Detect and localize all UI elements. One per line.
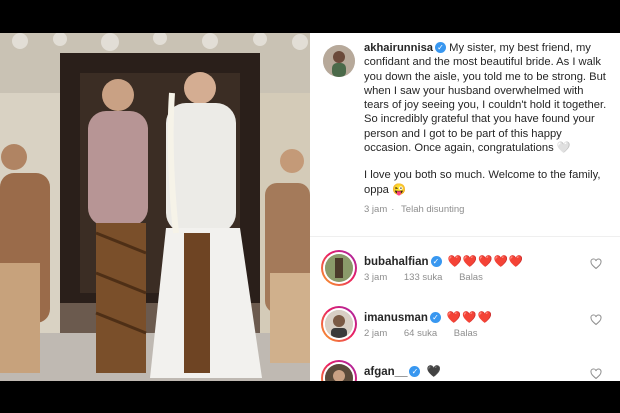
like-heart-icon[interactable] bbox=[590, 368, 602, 380]
commenter-avatar[interactable] bbox=[325, 254, 353, 282]
reply-button[interactable]: Balas bbox=[459, 272, 483, 283]
comment-item: afgan__ ✓ 🖤 bbox=[310, 355, 620, 381]
caption-text: My sister, my best friend, my confidant … bbox=[364, 42, 607, 155]
like-heart-icon[interactable] bbox=[590, 258, 602, 270]
author-avatar[interactable] bbox=[323, 45, 355, 77]
verified-badge-icon: ✓ bbox=[409, 366, 421, 377]
comment-text: 🖤 bbox=[426, 366, 442, 378]
comment-text: ❤️❤️❤️ bbox=[446, 312, 493, 324]
divider bbox=[310, 236, 620, 237]
verified-badge-icon: ✓ bbox=[429, 312, 441, 323]
reply-button[interactable]: Balas bbox=[454, 328, 478, 339]
post-time: 3 jam bbox=[364, 203, 388, 215]
verified-badge-icon: ✓ bbox=[430, 256, 442, 267]
caption-text-2: I love you both so much. Welcome to the … bbox=[364, 169, 601, 196]
comment-item: imanusman ✓ ❤️❤️❤️ 2 jam 64 suka Balas bbox=[310, 301, 620, 357]
comment-username[interactable]: bubahalfian bbox=[364, 256, 429, 268]
like-heart-icon[interactable] bbox=[590, 314, 602, 326]
comment-time: 3 jam bbox=[364, 272, 388, 283]
commenter-avatar[interactable] bbox=[325, 310, 353, 338]
post-caption: akhairunnisa ✓ My sister, my best friend,… bbox=[364, 41, 609, 217]
author-username[interactable]: akhairunnisa bbox=[364, 42, 433, 54]
post-meta: 3 jam · Telah disunting bbox=[364, 203, 465, 215]
comment-header: afgan__ ✓ 🖤 bbox=[364, 364, 442, 378]
comment-meta: 3 jam 133 suka Balas bbox=[364, 272, 497, 283]
comment-item: bubahalfian ✓ ❤️❤️❤️❤️❤️ 3 jam 133 suka Ba… bbox=[310, 245, 620, 301]
wedding-photo bbox=[0, 33, 310, 381]
comment-likes[interactable]: 64 suka bbox=[404, 328, 437, 339]
post-edited-label: Telah disunting bbox=[401, 203, 465, 215]
comments-panel: akhairunnisa ✓ My sister, my best friend,… bbox=[310, 33, 620, 381]
comment-meta: 2 jam 64 suka Balas bbox=[364, 328, 492, 339]
wedding-photo-illustration bbox=[0, 33, 310, 381]
comment-text: ❤️❤️❤️❤️❤️ bbox=[447, 256, 525, 268]
comment-header: bubahalfian ✓ ❤️❤️❤️❤️❤️ bbox=[364, 254, 524, 268]
comment-username[interactable]: imanusman bbox=[364, 312, 428, 324]
comment-time: 2 jam bbox=[364, 328, 388, 339]
comment-header: imanusman ✓ ❤️❤️❤️ bbox=[364, 310, 493, 324]
comment-username[interactable]: afgan__ bbox=[364, 366, 407, 378]
comment-likes[interactable]: 133 suka bbox=[404, 272, 443, 283]
verified-badge-icon: ✓ bbox=[435, 42, 447, 53]
